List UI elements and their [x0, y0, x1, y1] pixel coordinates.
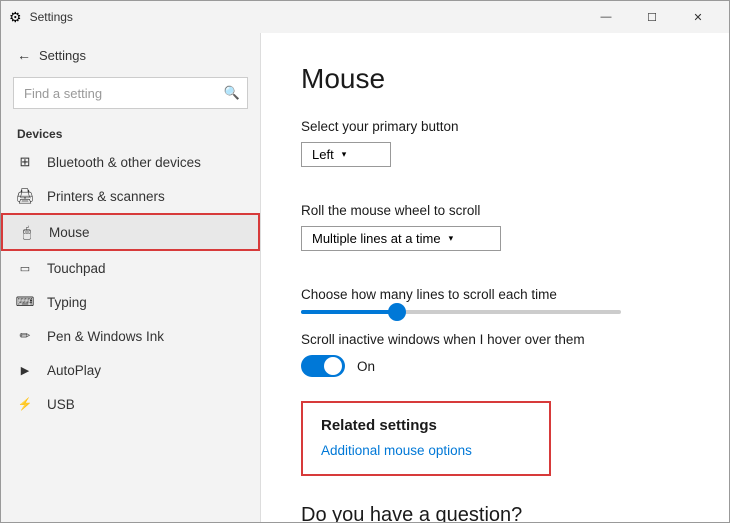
title-bar-title: Settings — [30, 10, 73, 24]
sidebar-item-label-usb: USB — [47, 397, 75, 412]
inactive-scroll-toggle[interactable] — [301, 355, 345, 377]
inactive-scroll-group: Scroll inactive windows when I hover ove… — [301, 332, 689, 377]
pen-icon: ✏ — [17, 328, 33, 344]
slider-thumb[interactable] — [388, 303, 406, 321]
toggle-label: On — [357, 359, 375, 374]
close-button[interactable]: ✕ — [675, 1, 721, 33]
printers-icon: 🖨 — [17, 188, 33, 204]
page-title: Mouse — [301, 63, 689, 95]
sidebar-item-autoplay[interactable]: ▶ AutoPlay — [1, 353, 260, 387]
sidebar-item-pen[interactable]: ✏ Pen & Windows Ink — [1, 319, 260, 353]
slider-fill — [301, 310, 397, 314]
scroll-lines-label: Choose how many lines to scroll each tim… — [301, 287, 689, 302]
sidebar-item-printers[interactable]: 🖨 Printers & scanners — [1, 179, 260, 213]
sidebar-item-label-printers: Printers & scanners — [47, 189, 165, 204]
primary-button-dropdown[interactable]: Left ▾ — [301, 142, 391, 167]
sidebar-item-label-autoplay: AutoPlay — [47, 363, 101, 378]
scroll-wheel-label: Roll the mouse wheel to scroll — [301, 203, 689, 218]
sidebar-item-label-touchpad: Touchpad — [47, 261, 106, 276]
scroll-wheel-group: Roll the mouse wheel to scroll Multiple … — [301, 203, 689, 269]
sidebar-back-button[interactable]: ← Settings — [1, 41, 260, 69]
related-settings-title: Related settings — [321, 417, 531, 434]
usb-icon: ⚡ — [17, 396, 33, 412]
search-input[interactable] — [13, 77, 248, 109]
sidebar: ← Settings 🔍 Devices ⊞ Bluetooth & other… — [1, 33, 261, 522]
touchpad-icon: ▭ — [17, 260, 33, 276]
sidebar-item-touchpad[interactable]: ▭ Touchpad — [1, 251, 260, 285]
inactive-scroll-label: Scroll inactive windows when I hover ove… — [301, 332, 689, 347]
additional-mouse-options-link[interactable]: Additional mouse options — [321, 443, 472, 458]
question-section: Do you have a question? Get help — [301, 504, 689, 522]
toggle-knob — [324, 357, 342, 375]
chevron-down-icon: ▾ — [342, 149, 347, 160]
toggle-row: On — [301, 355, 689, 377]
sidebar-search-container: 🔍 — [13, 77, 248, 109]
settings-icon: ⚙ — [9, 9, 22, 26]
scroll-wheel-dropdown[interactable]: Multiple lines at a time ▾ — [301, 226, 501, 251]
primary-button-value: Left — [312, 147, 334, 162]
back-icon: ← — [17, 47, 31, 63]
primary-button-label: Select your primary button — [301, 119, 689, 134]
minimize-button[interactable]: — — [583, 1, 629, 33]
sidebar-item-usb[interactable]: ⚡ USB — [1, 387, 260, 421]
title-bar: ⚙ Settings — ☐ ✕ — [1, 1, 729, 33]
related-settings-box: Related settings Additional mouse option… — [301, 401, 551, 476]
sidebar-item-bluetooth[interactable]: ⊞ Bluetooth & other devices — [1, 145, 260, 179]
chevron-down-icon-2: ▾ — [449, 233, 454, 244]
bluetooth-icon: ⊞ — [17, 154, 33, 170]
mouse-icon: 🖱 — [19, 224, 35, 240]
title-bar-left: ⚙ Settings — [9, 9, 583, 26]
sidebar-item-label-bluetooth: Bluetooth & other devices — [47, 155, 201, 170]
app-body: ← Settings 🔍 Devices ⊞ Bluetooth & other… — [1, 33, 729, 522]
title-bar-controls: — ☐ ✕ — [583, 1, 721, 33]
sidebar-section-label: Devices — [1, 117, 260, 145]
autoplay-icon: ▶ — [17, 362, 33, 378]
main-panel: Mouse Select your primary button Left ▾ … — [261, 33, 729, 522]
sidebar-item-typing[interactable]: ⌨ Typing — [1, 285, 260, 319]
maximize-button[interactable]: ☐ — [629, 1, 675, 33]
sidebar-item-label-mouse: Mouse — [49, 225, 90, 240]
sidebar-item-mouse[interactable]: 🖱 Mouse — [1, 213, 260, 251]
typing-icon: ⌨ — [17, 294, 33, 310]
sidebar-item-label-typing: Typing — [47, 295, 87, 310]
sidebar-item-label-pen: Pen & Windows Ink — [47, 329, 164, 344]
primary-button-group: Select your primary button Left ▾ — [301, 119, 689, 185]
scroll-lines-group: Choose how many lines to scroll each tim… — [301, 287, 689, 314]
question-title: Do you have a question? — [301, 504, 689, 522]
scroll-wheel-value: Multiple lines at a time — [312, 231, 441, 246]
scroll-lines-slider-track[interactable] — [301, 310, 621, 314]
back-label: Settings — [39, 48, 86, 63]
search-icon: 🔍 — [224, 85, 240, 101]
